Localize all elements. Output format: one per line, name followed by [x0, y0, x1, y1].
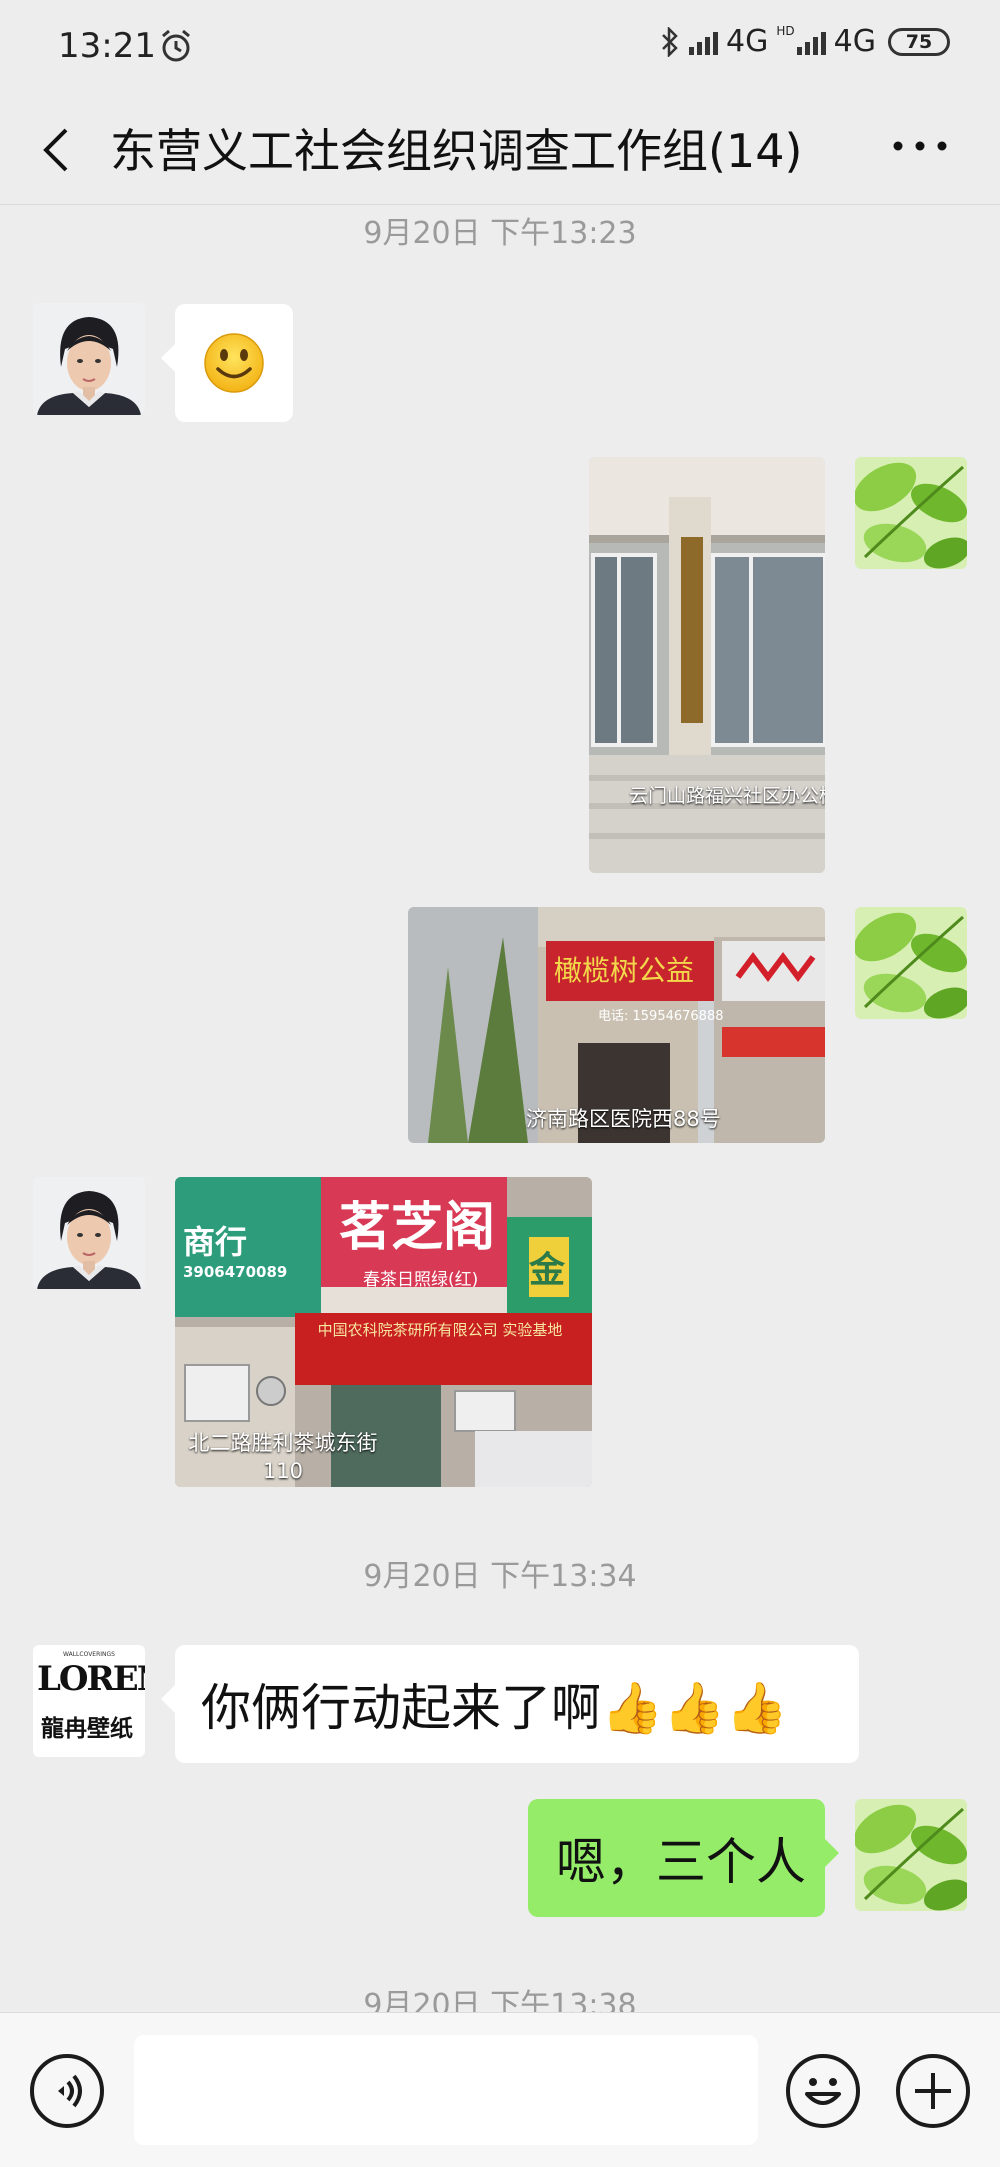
network-label: 4G — [726, 24, 769, 59]
logo-chinese-text: 龍冉壁纸 — [41, 1716, 133, 1742]
avatar-self[interactable] — [855, 1799, 967, 1911]
image-banner-text: 中国农科院茶研所有限公司 实验基地 — [317, 1321, 563, 1339]
message-input[interactable] — [134, 2035, 758, 2145]
image-sign-text: 橄榄树公益 — [554, 954, 695, 987]
chat-input-bar — [0, 2012, 1000, 2167]
image-message-charity-sign[interactable]: 橄榄树公益 电话: 15954676888 济南路区医院西88号 — [408, 907, 825, 1143]
status-time: 13:21 — [58, 26, 156, 66]
image-sign-left: 商行 — [183, 1223, 248, 1261]
avatar-loren-logo[interactable]: WALLCOVERINGS LOREN 龍冉壁纸 — [33, 1645, 145, 1757]
logo-brand-text: LOREN — [37, 1659, 145, 1699]
back-arrow-icon[interactable] — [36, 125, 76, 175]
chat-header: 东营义工社会组织调查工作组(14) — [0, 95, 1000, 205]
network-label-2: 4G — [833, 24, 876, 59]
voice-input-button[interactable] — [30, 2054, 104, 2128]
image-sign-phone: 电话: 15954676888 — [598, 1009, 724, 1024]
image-message-tea-shop[interactable]: 商行 3906470089 茗芝阁 春茶日照绿(红) 金 中国农科院茶研所有限公… — [175, 1177, 592, 1487]
image-message-building[interactable]: 云门山路福兴社区办公楼 — [589, 457, 825, 873]
image-caption: 云门山路福兴社区办公楼 — [629, 785, 825, 807]
avatar-self[interactable] — [855, 457, 967, 569]
alarm-icon — [162, 29, 190, 62]
avatar-member[interactable] — [33, 303, 145, 415]
signal-icon-2 — [796, 29, 826, 55]
more-options-icon[interactable] — [890, 131, 950, 161]
plus-icon — [915, 2073, 951, 2109]
message-timestamp: 9月20日 下午13:34 — [363, 1559, 637, 1594]
avatar-member[interactable] — [33, 1177, 145, 1289]
image-sign-left-phone: 3906470089 — [183, 1263, 288, 1281]
voice-icon — [58, 2074, 82, 2108]
hd-label: HD — [776, 24, 795, 38]
image-sign-sub: 春茶日照绿(红) — [363, 1270, 479, 1290]
image-caption: 北二路胜利茶城东街110 — [188, 1431, 378, 1483]
message-bubble-emoji[interactable] — [161, 304, 293, 422]
bluetooth-icon — [662, 26, 678, 57]
more-functions-button[interactable] — [896, 2054, 970, 2128]
emoji-icon — [805, 2078, 841, 2105]
message-text: 嗯，三个人 — [556, 1833, 806, 1891]
message-bubble-text[interactable]: 你俩行动起来了啊👍👍👍 — [161, 1645, 859, 1763]
avatar-self[interactable] — [855, 907, 967, 1019]
image-sign-right: 金 — [529, 1250, 566, 1291]
image-sign-text: 茗芝阁 — [339, 1198, 496, 1258]
emoji-button[interactable] — [786, 2054, 860, 2128]
message-timestamp: 9月20日 下午13:23 — [363, 216, 637, 251]
message-bubble-text-sent[interactable]: 嗯，三个人 — [528, 1799, 839, 1917]
smiley-face-icon — [204, 333, 264, 393]
message-text: 你俩行动起来了啊👍👍👍 — [201, 1679, 788, 1737]
chat-title: 东营义工社会组织调查工作组(14) — [110, 124, 803, 178]
status-bar: 13:21 4G HD 4G 75 — [0, 0, 1000, 95]
logo-small-text: WALLCOVERINGS — [63, 1651, 115, 1658]
signal-icon — [689, 29, 719, 55]
battery-icon: 75 — [888, 27, 950, 56]
image-caption: 济南路区医院西88号 — [526, 1107, 721, 1131]
